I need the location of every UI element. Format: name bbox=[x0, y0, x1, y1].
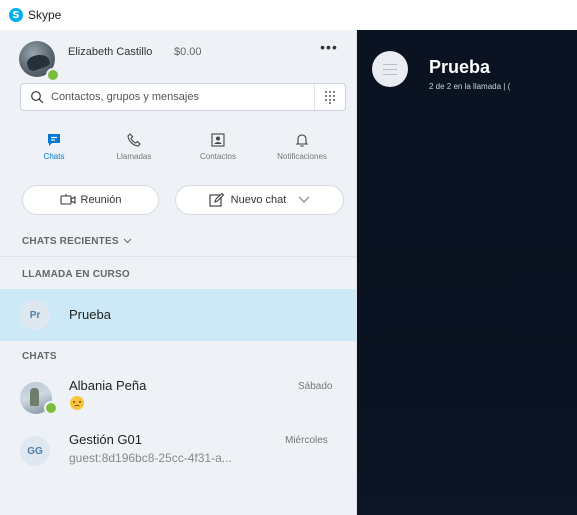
divider bbox=[0, 256, 356, 257]
phone-icon bbox=[127, 133, 141, 147]
search-input[interactable] bbox=[51, 88, 301, 106]
avatar: GG bbox=[20, 436, 50, 466]
confused-face-emoji-icon bbox=[70, 396, 84, 410]
call-title: Prueba bbox=[429, 57, 491, 77]
ongoing-call-name: Prueba bbox=[69, 307, 111, 322]
presence-online-icon bbox=[46, 68, 60, 82]
dialpad-icon bbox=[325, 91, 335, 104]
tab-contacts-label: Contactos bbox=[199, 152, 237, 161]
main-tabs: Chats Llamadas Contactos Notificaciones bbox=[0, 126, 356, 170]
tab-notifications[interactable]: Notificaciones bbox=[262, 126, 342, 170]
tab-contacts[interactable]: Contactos bbox=[178, 126, 258, 170]
avatar: Pr bbox=[20, 300, 50, 330]
chat-name: Gestión G01 bbox=[69, 432, 142, 447]
call-menu-avatar[interactable] bbox=[372, 51, 408, 87]
chat-name: Albania Peña bbox=[69, 378, 147, 393]
chat-icon bbox=[48, 134, 60, 146]
profile-name[interactable]: Elizabeth Castillo bbox=[68, 46, 152, 58]
ongoing-call-header: LLAMADA EN CURSO bbox=[22, 269, 130, 280]
chats-header: CHATS bbox=[22, 351, 57, 362]
chat-time: Sábado bbox=[298, 381, 333, 392]
app-title: Skype bbox=[28, 8, 62, 22]
chat-preview: guest:8d196bc8-25cc-4f31-a... bbox=[69, 451, 232, 465]
chevron-down-icon bbox=[123, 239, 132, 244]
search-box[interactable] bbox=[20, 83, 346, 111]
recent-chats-label: CHATS RECIENTES bbox=[22, 236, 119, 247]
chat-time: Miércoles bbox=[285, 435, 328, 446]
skype-logo-icon: S bbox=[9, 8, 23, 22]
tab-calls[interactable]: Llamadas bbox=[94, 126, 174, 170]
chevron-down-icon[interactable] bbox=[298, 196, 310, 204]
profile-header: Elizabeth Castillo $0.00 ••• bbox=[0, 30, 356, 82]
tab-calls-label: Llamadas bbox=[116, 152, 152, 161]
presence-online-icon bbox=[44, 401, 58, 415]
tab-notifications-label: Notificaciones bbox=[277, 152, 327, 161]
title-bar: S Skype bbox=[0, 0, 577, 30]
video-meeting-icon bbox=[59, 194, 76, 205]
meeting-button[interactable]: Reunión bbox=[22, 185, 159, 215]
sidebar: Elizabeth Castillo $0.00 ••• Contactos, … bbox=[0, 30, 357, 515]
call-panel: Prueba 2 de 2 en la llamada | ( bbox=[357, 30, 577, 515]
dialpad-button[interactable] bbox=[314, 84, 345, 110]
tab-chats-label: Chats bbox=[43, 152, 65, 161]
skype-credit[interactable]: $0.00 bbox=[174, 46, 202, 58]
contacts-icon bbox=[211, 133, 225, 147]
list-item[interactable] bbox=[0, 371, 356, 425]
new-chat-button-label: Nuevo chat bbox=[230, 194, 287, 206]
more-options-button[interactable]: ••• bbox=[318, 40, 340, 60]
search-icon bbox=[31, 91, 44, 104]
recent-chats-header[interactable]: CHATS RECIENTES bbox=[22, 236, 132, 247]
new-chat-button[interactable]: Nuevo chat bbox=[175, 185, 344, 215]
new-chat-icon bbox=[209, 193, 224, 207]
meeting-button-label: Reunión bbox=[80, 194, 122, 206]
ongoing-call-row[interactable]: Pr Prueba bbox=[0, 289, 356, 341]
tab-chats[interactable]: Chats bbox=[14, 126, 94, 170]
bell-icon bbox=[295, 134, 309, 147]
call-participants: 2 de 2 en la llamada | ( bbox=[429, 82, 511, 91]
